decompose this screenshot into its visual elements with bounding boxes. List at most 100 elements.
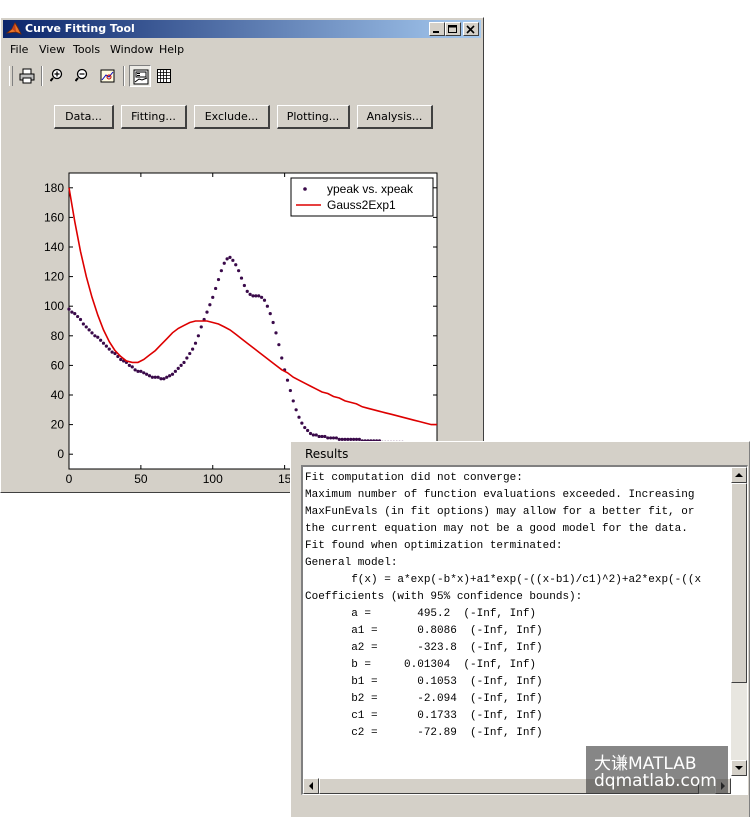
data-point	[326, 436, 330, 440]
legend-marker-points	[303, 187, 307, 191]
close-button[interactable]	[463, 22, 479, 36]
analysis-button[interactable]: Analysis...	[357, 105, 433, 129]
legend-label-points: ypeak vs. xpeak	[327, 182, 414, 196]
maximize-icon	[448, 25, 457, 33]
menu-tools[interactable]: Tools	[73, 43, 100, 56]
data-point	[306, 428, 310, 433]
data-point	[329, 436, 333, 440]
results-line: Fit found when optimization terminated:	[305, 540, 563, 552]
results-line: c1 = 0.1733 (-Inf, Inf)	[305, 710, 543, 722]
data-point	[93, 334, 97, 338]
data-point	[193, 341, 198, 345]
menu-file[interactable]: File	[10, 43, 28, 56]
data-point	[188, 351, 192, 356]
results-line: General model:	[305, 557, 398, 569]
data-point	[150, 375, 154, 379]
y-tick-label: 120	[44, 270, 64, 284]
data-point	[139, 369, 143, 373]
data-point	[323, 434, 327, 439]
data-point	[291, 399, 295, 403]
data-point	[185, 356, 189, 360]
data-point	[211, 295, 215, 299]
data-point	[268, 312, 272, 316]
zoom-in-button[interactable]	[47, 65, 69, 87]
scroll-down-button[interactable]	[731, 760, 747, 776]
results-line: c2 = -72.89 (-Inf, Inf)	[305, 727, 543, 739]
toolbar-separator	[41, 66, 43, 86]
grid-toggle-button[interactable]	[153, 65, 175, 87]
watermark-url: dqmatlab.com	[594, 771, 717, 791]
data-point	[222, 261, 226, 265]
fit-plot[interactable]: 0204060801001201401601800 50 100 15ypeak vs…	[31, 155, 483, 485]
data-point	[147, 374, 152, 378]
maximize-button[interactable]	[445, 22, 461, 36]
data-point	[271, 320, 275, 325]
data-point	[76, 314, 80, 319]
results-line: Coefficients (with 95% confidence bounds…	[305, 591, 583, 603]
fitting-button[interactable]: Fitting...	[121, 105, 187, 129]
title-bar[interactable]: Curve Fitting Tool	[3, 20, 481, 38]
vertical-scroll-thumb[interactable]	[731, 483, 747, 683]
data-point	[196, 334, 200, 338]
data-point	[101, 341, 106, 345]
results-text[interactable]: Fit computation did not converge: Maximum…	[305, 470, 719, 775]
data-point	[311, 433, 315, 437]
data-point	[225, 257, 229, 261]
plotting-button[interactable]: Plotting...	[277, 105, 350, 129]
toolbar-grip[interactable]	[9, 66, 13, 86]
window-title: Curve Fitting Tool	[25, 22, 135, 35]
legend-label-fit: Gauss2Exp1	[327, 198, 396, 212]
print-button[interactable]	[16, 65, 38, 87]
results-line: f(x) = a*exp(-b*x)+a1*exp(-((x-b1)/c1)^2…	[305, 574, 702, 586]
data-point	[308, 431, 313, 436]
data-point	[107, 347, 111, 351]
data-point	[153, 375, 157, 379]
legend-icon	[133, 69, 149, 85]
y-tick-label: 140	[44, 240, 64, 254]
data-point	[265, 304, 269, 308]
toolbar-separator	[123, 66, 125, 86]
menu-help[interactable]: Help	[159, 43, 184, 56]
zoom-out-button[interactable]	[72, 65, 94, 87]
data-point	[159, 377, 163, 381]
data-point	[87, 328, 91, 332]
toolbar	[3, 60, 481, 90]
data-point	[130, 365, 134, 369]
menu-window[interactable]: Window	[110, 43, 153, 56]
data-point	[297, 415, 301, 419]
legend-toggle-button[interactable]	[129, 65, 151, 87]
arrow-down-icon	[735, 766, 743, 770]
minimize-icon	[433, 31, 439, 33]
data-point	[67, 307, 71, 311]
close-icon	[466, 25, 475, 34]
data-point	[257, 294, 261, 298]
results-line: a = 495.2 (-Inf, Inf)	[305, 608, 537, 620]
scroll-left-button[interactable]	[303, 778, 319, 794]
data-point	[165, 375, 169, 379]
results-line: a2 = -323.8 (-Inf, Inf)	[305, 642, 543, 654]
plot-area[interactable]: 0 20 40 60 80 100 120 140 160 180 0 50 100 15 ypeak vs…	[31, 155, 483, 485]
results-line: Maximum number of function evaluations e…	[305, 489, 695, 501]
y-tick-label: 80	[51, 329, 65, 343]
results-line: Fit computation did not converge:	[305, 472, 523, 484]
data-point	[262, 298, 267, 302]
data-point	[127, 363, 131, 367]
data-cursor-button[interactable]	[97, 65, 119, 87]
exclude-button[interactable]: Exclude...	[194, 105, 270, 129]
data-point	[334, 436, 338, 440]
print-icon	[19, 68, 35, 84]
results-line: b2 = -2.094 (-Inf, Inf)	[305, 693, 543, 705]
vertical-scrollbar[interactable]	[731, 467, 747, 776]
scroll-up-button[interactable]	[731, 467, 747, 483]
minimize-button[interactable]	[429, 22, 445, 36]
data-point	[260, 295, 264, 299]
data-point	[73, 312, 77, 316]
data-point	[136, 369, 140, 373]
data-point	[251, 294, 255, 298]
menu-view[interactable]: View	[39, 43, 65, 56]
data-point	[280, 356, 284, 360]
curve-fitting-tool-window: Curve Fitting Tool File View Tools Windo…	[0, 17, 484, 493]
data-point	[274, 331, 278, 335]
results-line: the current equation may not be a good m…	[305, 523, 688, 535]
data-button[interactable]: Data...	[54, 105, 114, 129]
